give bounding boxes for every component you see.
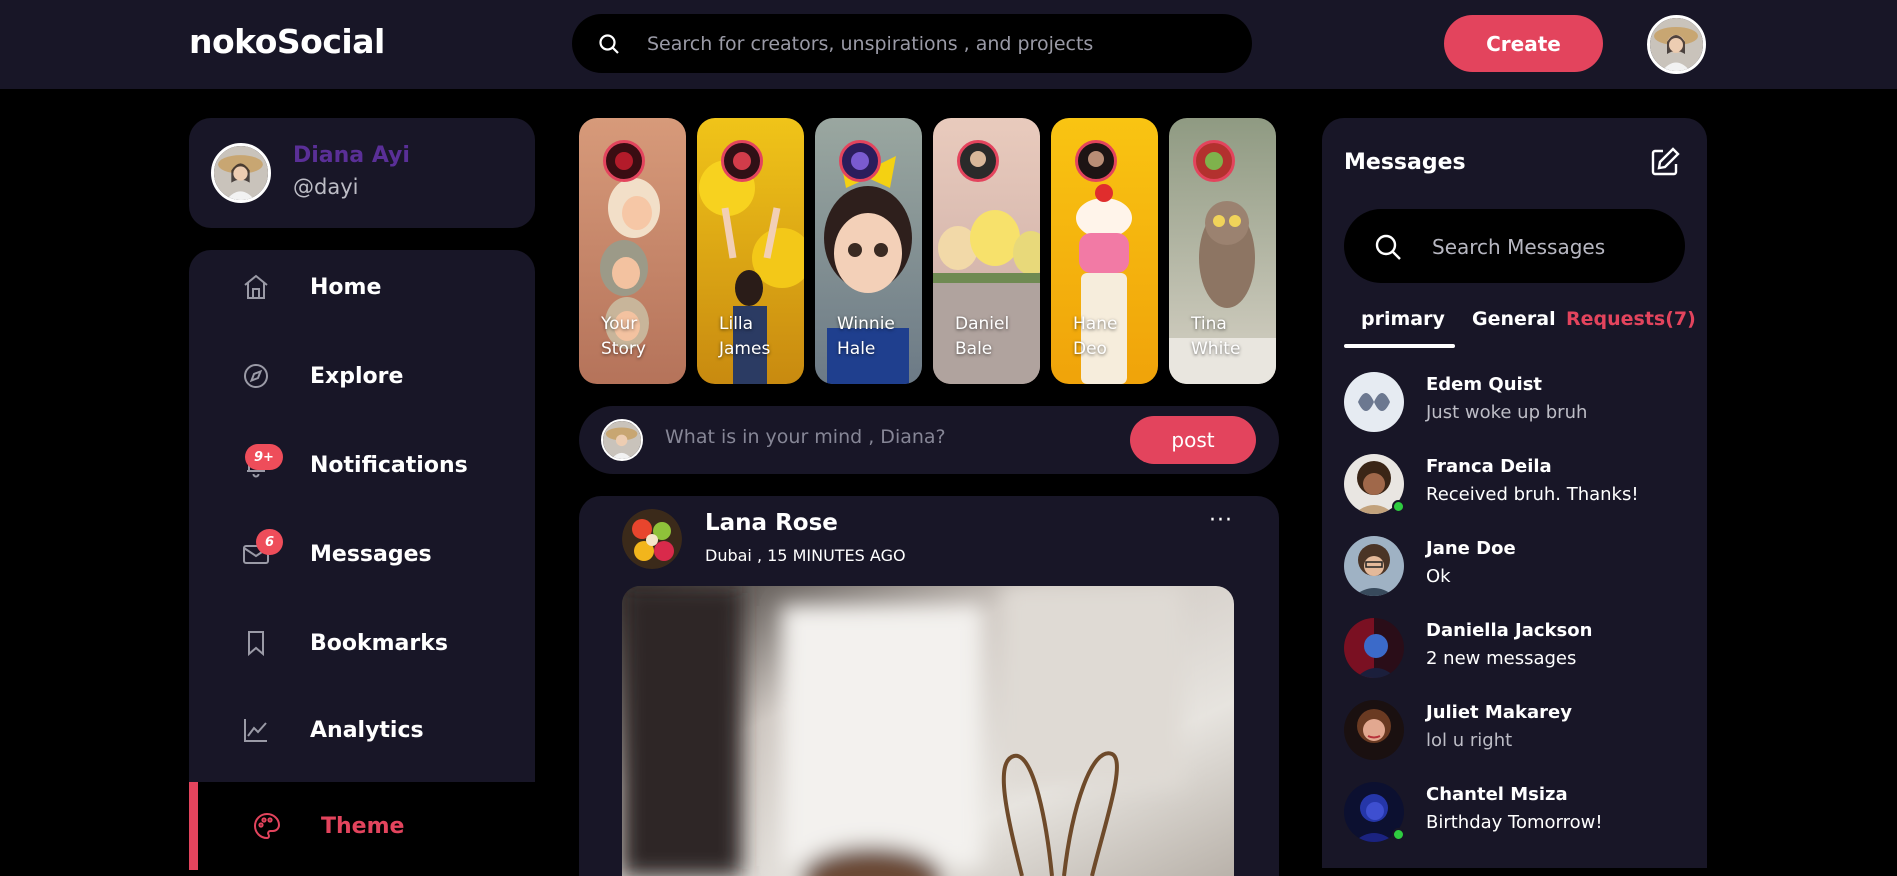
story-name: Winnie Hale [837, 314, 895, 359]
sidebar-item-label: Messages [310, 541, 432, 567]
story-avatar [1075, 140, 1117, 182]
sidebar-item-label: Notifications [310, 452, 468, 478]
conversation-preview: 2 new messages [1426, 648, 1577, 669]
sidebar-item-messages[interactable]: 6 Messages [189, 517, 535, 591]
conversation-avatar [1344, 700, 1404, 760]
tab-primary[interactable]: primary [1361, 308, 1445, 330]
profile-name: Diana Ayi [293, 143, 410, 168]
composer-avatar [601, 419, 643, 461]
conversation-item[interactable]: Juliet Makarey lol u right [1344, 700, 1689, 762]
conversation-name: Chantel Msiza [1426, 784, 1568, 805]
sidebar-item-label: Explore [310, 363, 404, 389]
create-button[interactable]: Create [1444, 15, 1603, 72]
story-card[interactable]: Your Story [579, 118, 686, 384]
profile-handle: @dayi [293, 175, 359, 199]
story-card[interactable]: Tina White [1169, 118, 1276, 384]
story-avatar [1193, 140, 1235, 182]
sidebar-item-home[interactable]: Home [189, 250, 535, 324]
story-name: Daniel Bale [955, 314, 1010, 359]
conversation-item[interactable]: Chantel Msiza Birthday Tomorrow! [1344, 782, 1689, 844]
conversation-name: Jane Doe [1426, 538, 1516, 559]
sidebar-item-analytics[interactable]: Analytics [189, 693, 535, 767]
feed-post: Lana Rose Dubai , 15 MINUTES AGO ··· [579, 496, 1279, 876]
messages-panel: Messages primary General Requests(7) Ede… [1322, 118, 1707, 868]
conversation-name: Daniella Jackson [1426, 620, 1593, 641]
sidebar-item-label: Home [310, 274, 382, 300]
conversation-avatar [1344, 618, 1404, 678]
messages-search-bar[interactable] [1344, 209, 1685, 283]
sidebar-item-bookmarks[interactable]: Bookmarks [189, 606, 535, 680]
messages-title: Messages [1344, 150, 1466, 175]
profile-card[interactable]: Diana Ayi @dayi [189, 118, 535, 228]
search-icon [599, 33, 619, 54]
conversation-preview: Birthday Tomorrow! [1426, 812, 1603, 833]
conversation-name: Franca Deila [1426, 456, 1552, 477]
sidebar-item-explore[interactable]: Explore [189, 339, 535, 413]
profile-avatar [211, 143, 271, 203]
home-icon [244, 274, 268, 299]
sidebar-item-label: Analytics [310, 717, 424, 743]
story-card[interactable]: Daniel Bale [933, 118, 1040, 384]
messages-badge: 6 [256, 529, 283, 555]
online-indicator [1392, 500, 1405, 513]
stories-row: Your Story Lilla James Winnie Hale Danie… [579, 118, 1279, 384]
story-avatar [603, 140, 645, 182]
post-meta: Dubai , 15 MINUTES AGO [705, 546, 906, 565]
conversation-name: Edem Quist [1426, 374, 1543, 395]
post-image[interactable] [622, 586, 1234, 876]
online-indicator [1392, 828, 1405, 841]
top-navbar: nokoSocial Create [0, 0, 1897, 89]
story-card[interactable]: Hane Deo [1051, 118, 1158, 384]
palette-icon [254, 812, 281, 840]
story-avatar [721, 140, 763, 182]
sidebar-item-label: Bookmarks [310, 630, 448, 656]
tab-general[interactable]: General [1472, 308, 1556, 330]
story-card[interactable]: Lilla James [697, 118, 804, 384]
notifications-badge: 9+ [245, 444, 283, 470]
conversation-preview: Ok [1426, 566, 1451, 587]
post-button[interactable]: post [1130, 416, 1256, 464]
sidebar-nav: Home Explore 9+ Notifications 6 Messages… [189, 250, 535, 870]
sidebar-item-notifications[interactable]: 9+ Notifications [189, 428, 535, 502]
conversation-preview: Received bruh. Thanks! [1426, 484, 1639, 505]
conversation-preview: Just woke up bruh [1426, 402, 1588, 423]
conversation-name: Juliet Makarey [1426, 702, 1572, 723]
story-card[interactable]: Winnie Hale [815, 118, 922, 384]
story-name: Your Story [601, 314, 646, 359]
post-author-name[interactable]: Lana Rose [705, 510, 838, 536]
conversation-item[interactable]: Daniella Jackson 2 new messages [1344, 618, 1689, 680]
post-author-avatar[interactable] [622, 509, 682, 569]
composer-input[interactable] [665, 426, 1105, 448]
bookmark-icon [248, 631, 264, 657]
conversation-item[interactable]: Franca Deila Received bruh. Thanks! [1344, 454, 1689, 516]
messages-search-input[interactable] [1432, 235, 1662, 259]
more-options-icon[interactable]: ··· [1209, 508, 1233, 533]
app-logo[interactable]: nokoSocial [189, 22, 385, 61]
chart-icon [244, 719, 267, 742]
story-name: Hane Deo [1073, 314, 1118, 359]
story-avatar [957, 140, 999, 182]
global-search-bar[interactable] [572, 14, 1252, 73]
conversation-avatar [1344, 536, 1404, 596]
story-avatar [839, 140, 881, 182]
conversation-avatar [1344, 372, 1404, 432]
user-avatar[interactable] [1647, 15, 1706, 74]
story-name: Lilla James [719, 314, 771, 359]
global-search-input[interactable] [647, 32, 1207, 55]
sidebar-item-label: Theme [321, 813, 405, 839]
conversation-item[interactable]: Edem Quist Just woke up bruh [1344, 372, 1689, 434]
compass-icon [244, 364, 268, 388]
story-name: Tina White [1191, 314, 1241, 359]
post-composer: post [579, 406, 1279, 474]
conversation-preview: lol u right [1426, 730, 1513, 751]
tab-requests[interactable]: Requests(7) [1566, 308, 1696, 330]
active-tab-indicator [1344, 344, 1455, 348]
conversation-item[interactable]: Jane Doe Ok [1344, 536, 1689, 598]
search-icon [1375, 234, 1401, 260]
edit-icon[interactable] [1649, 146, 1681, 178]
